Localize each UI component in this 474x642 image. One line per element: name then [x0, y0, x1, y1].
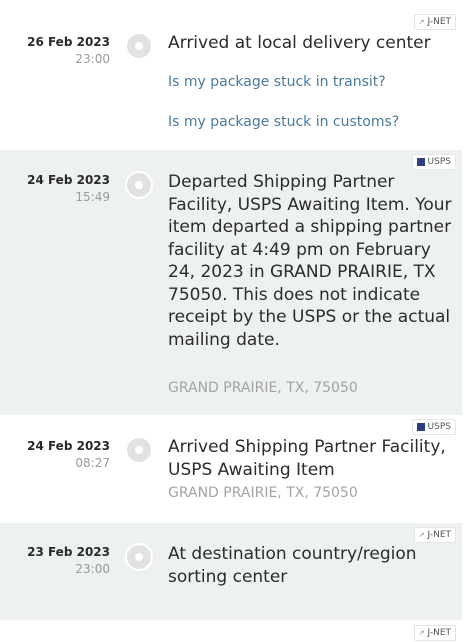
event-location: GRAND PRAIRIE, TX, 75050 — [168, 485, 358, 501]
timeline-event: USPS 24 Feb 2023 08:27 Arrived Shipping … — [0, 415, 462, 523]
jnet-logo-icon: ↗ — [418, 18, 425, 26]
carrier-name: USPS — [427, 422, 451, 432]
timeline-event: ↗ J-NET — [0, 620, 462, 642]
stuck-in-transit-link[interactable]: Is my package stuck in transit? — [168, 74, 386, 90]
event-description: At destination country/region sorting ce… — [168, 544, 417, 587]
stuck-in-customs-link[interactable]: Is my package stuck in customs? — [168, 114, 399, 130]
timeline-dot-icon — [125, 171, 153, 199]
jnet-logo-icon: ↗ — [418, 531, 425, 539]
timeline-event: ↗ J-NET 26 Feb 2023 23:00 Arrived at loc… — [0, 0, 462, 150]
carrier-badge-jnet: ↗ J-NET — [413, 14, 456, 30]
carrier-badge-usps: USPS — [411, 154, 456, 170]
event-description: Arrived Shipping Partner Facility, USPS … — [168, 437, 446, 480]
event-time: 23:00 — [75, 52, 110, 66]
event-date: 24 Feb 2023 — [27, 439, 110, 453]
event-date: 24 Feb 2023 — [27, 173, 110, 187]
usps-logo-icon — [416, 423, 425, 431]
event-time: 23:00 — [75, 562, 110, 576]
event-date: 26 Feb 2023 — [27, 35, 110, 49]
jnet-logo-icon: ↗ — [418, 629, 425, 637]
event-description: Departed Shipping Partner Facility, USPS… — [168, 172, 452, 350]
carrier-badge-jnet: ↗ J-NET — [413, 527, 456, 543]
timeline-dot-icon — [125, 32, 153, 60]
timeline-event: USPS 24 Feb 2023 15:49 Departed Shipping… — [0, 150, 462, 415]
tracking-timeline: ↗ J-NET 26 Feb 2023 23:00 Arrived at loc… — [0, 0, 474, 642]
usps-logo-icon — [416, 158, 425, 166]
event-time: 15:49 — [75, 190, 110, 204]
event-location: GRAND PRAIRIE, TX, 75050 — [168, 380, 358, 396]
carrier-badge-usps: USPS — [411, 419, 456, 435]
event-description: Arrived at local delivery center — [168, 33, 431, 53]
carrier-name: USPS — [427, 157, 451, 167]
timeline-dot-icon — [125, 543, 153, 571]
event-time: 08:27 — [75, 456, 110, 470]
timeline-dot-icon — [125, 436, 153, 464]
carrier-badge-jnet: ↗ J-NET — [413, 625, 456, 641]
carrier-name: J-NET — [427, 628, 452, 638]
event-date: 23 Feb 2023 — [27, 545, 110, 559]
timeline-event: ↗ J-NET 23 Feb 2023 23:00 At destination… — [0, 523, 462, 620]
carrier-name: J-NET — [427, 17, 452, 27]
carrier-name: J-NET — [427, 530, 452, 540]
